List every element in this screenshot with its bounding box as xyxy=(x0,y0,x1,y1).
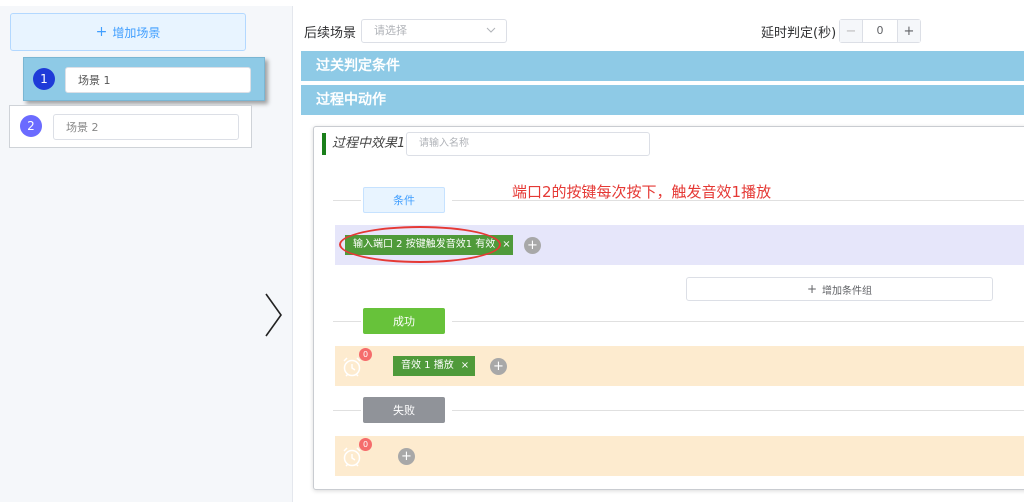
effect-card: 过程中效果1 请输入名称 条件 端口2的按键每次按下，触发音效1播放 输入端口 … xyxy=(313,126,1024,490)
scene-editor: 后续场景 请选择 延时判定(秒) − 0 + 过关判定条件 过程中动作 过程中效… xyxy=(293,6,1024,502)
next-scene-select[interactable]: 请选择 xyxy=(361,19,507,43)
divider xyxy=(333,410,361,411)
next-scene-label: 后续场景 xyxy=(304,26,357,41)
success-tag: 成功 xyxy=(363,308,445,334)
action-chip-label: 音效 1 播放 xyxy=(401,360,454,371)
close-icon[interactable]: × xyxy=(502,239,510,250)
chevron-down-icon xyxy=(486,27,496,33)
add-scene-label: 增加场景 xyxy=(112,25,161,40)
count-badge: 0 xyxy=(359,348,372,361)
action-chip[interactable]: 音效 1 播放 × xyxy=(393,356,475,376)
add-condition-button[interactable]: + xyxy=(524,237,541,254)
alarm-clock-icon[interactable] xyxy=(341,446,363,468)
fail-action-group: 0 + xyxy=(335,436,1024,476)
add-action-button[interactable]: + xyxy=(398,448,415,465)
increment-button[interactable]: + xyxy=(897,20,920,42)
add-group-label: 增加条件组 xyxy=(822,285,873,297)
scene-name-input[interactable]: 场景 1 xyxy=(65,67,251,93)
divider xyxy=(333,321,361,322)
scene-card-2[interactable]: 2 场景 2 xyxy=(9,105,252,148)
scene-settings-row: 后续场景 请选择 延时判定(秒) − 0 + xyxy=(293,6,1024,43)
highlight-oval xyxy=(339,226,501,263)
add-scene-button[interactable]: + 增加场景 xyxy=(10,13,246,51)
scene-sidebar: + 增加场景 1 场景 1 2 场景 2 xyxy=(0,6,293,502)
condition-group: 输入端口 2 按键触发音效1 有效 × + xyxy=(335,225,1024,265)
add-condition-group-button[interactable]: + 增加条件组 xyxy=(686,277,993,301)
delay-value[interactable]: 0 xyxy=(863,20,897,42)
decrement-button[interactable]: − xyxy=(840,20,863,42)
success-action-group: 0 音效 1 播放 × + xyxy=(335,346,1024,386)
annotation-text: 端口2的按键每次按下，触发音效1播放 xyxy=(512,183,772,201)
chevron-right-icon[interactable] xyxy=(262,290,286,340)
close-icon[interactable]: × xyxy=(461,360,469,371)
plus-icon: + xyxy=(95,24,108,40)
count-badge: 0 xyxy=(359,438,372,451)
effect-title: 过程中效果1 xyxy=(322,133,405,155)
divider xyxy=(452,410,1024,411)
delay-label: 延时判定(秒) xyxy=(761,26,837,41)
condition-tag: 条件 xyxy=(363,187,445,213)
scene-number-badge: 1 xyxy=(33,68,55,90)
divider xyxy=(333,200,361,201)
alarm-clock-icon[interactable] xyxy=(341,356,363,378)
effect-name-input[interactable]: 请输入名称 xyxy=(406,132,650,156)
scene-number-badge: 2 xyxy=(20,115,42,137)
pass-condition-header[interactable]: 过关判定条件 xyxy=(301,51,1024,81)
delay-stepper: − 0 + xyxy=(839,19,921,43)
scene-name-input[interactable]: 场景 2 xyxy=(53,114,239,140)
divider xyxy=(452,321,1024,322)
process-action-header[interactable]: 过程中动作 xyxy=(301,85,1024,115)
scene-card-1[interactable]: 1 场景 1 xyxy=(23,57,265,101)
fail-tag: 失败 xyxy=(363,397,445,423)
plus-icon: + xyxy=(806,282,818,296)
next-scene-placeholder: 请选择 xyxy=(374,24,407,37)
add-action-button[interactable]: + xyxy=(490,358,507,375)
